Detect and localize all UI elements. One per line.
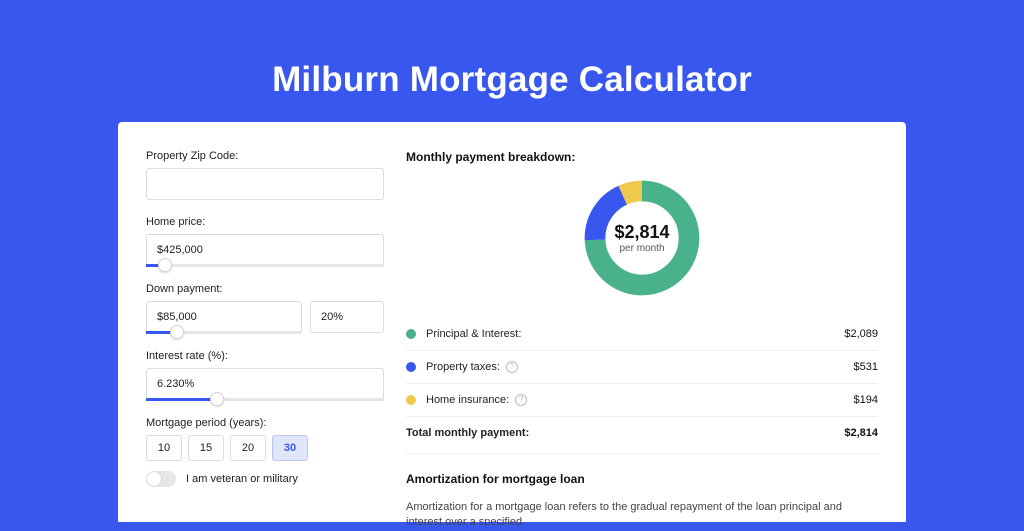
legend-value: $194 xyxy=(854,394,878,406)
legend-value: $2,089 xyxy=(844,328,878,340)
breakdown-title: Monthly payment breakdown: xyxy=(406,150,878,164)
breakdown-column: Monthly payment breakdown: $2,814 per mo… xyxy=(406,150,878,522)
mortgage-period-label: Mortgage period (years): xyxy=(146,417,384,429)
legend-label: Property taxes: xyxy=(426,361,500,373)
amortization-text: Amortization for a mortgage loan refers … xyxy=(406,500,878,531)
donut-center-sub: per month xyxy=(619,243,664,254)
calculator-card: Property Zip Code: Home price: Down paym… xyxy=(118,122,906,522)
breakdown-donut-chart: $2,814 per month xyxy=(580,176,704,300)
legend-dot xyxy=(406,329,416,339)
home-price-slider[interactable] xyxy=(146,264,384,267)
period-button-30[interactable]: 30 xyxy=(272,435,308,461)
period-button-15[interactable]: 15 xyxy=(188,435,224,461)
down-payment-pct-input[interactable] xyxy=(310,301,384,333)
total-value: $2,814 xyxy=(844,427,878,439)
period-button-20[interactable]: 20 xyxy=(230,435,266,461)
amortization-title: Amortization for mortgage loan xyxy=(406,472,878,486)
veteran-label: I am veteran or military xyxy=(186,473,298,485)
down-payment-amount-input[interactable] xyxy=(146,301,302,333)
interest-rate-slider[interactable] xyxy=(146,398,384,401)
period-button-10[interactable]: 10 xyxy=(146,435,182,461)
zip-label: Property Zip Code: xyxy=(146,150,384,162)
home-price-label: Home price: xyxy=(146,216,384,228)
legend-label: Principal & Interest: xyxy=(426,328,521,340)
legend-value: $531 xyxy=(854,361,878,373)
legend-row-ins: Home insurance:? $194 xyxy=(406,384,878,417)
veteran-toggle[interactable] xyxy=(146,471,176,487)
donut-center-amount: $2,814 xyxy=(614,222,669,243)
info-icon[interactable]: ? xyxy=(515,394,527,406)
total-row: Total monthly payment: $2,814 xyxy=(406,417,878,454)
interest-rate-input[interactable] xyxy=(146,368,384,400)
form-column: Property Zip Code: Home price: Down paym… xyxy=(146,150,384,522)
info-icon[interactable]: ? xyxy=(506,361,518,373)
legend-row-pi: Principal & Interest: $2,089 xyxy=(406,318,878,351)
page-title: Milburn Mortgage Calculator xyxy=(0,0,1024,122)
legend-label: Home insurance: xyxy=(426,394,509,406)
legend-dot xyxy=(406,395,416,405)
legend-dot xyxy=(406,362,416,372)
home-price-input[interactable] xyxy=(146,234,384,266)
zip-input[interactable] xyxy=(146,168,384,200)
legend-row-tax: Property taxes:? $531 xyxy=(406,351,878,384)
total-label: Total monthly payment: xyxy=(406,427,529,439)
toggle-knob xyxy=(147,472,161,486)
interest-rate-label: Interest rate (%): xyxy=(146,350,384,362)
down-payment-label: Down payment: xyxy=(146,283,384,295)
down-payment-slider[interactable] xyxy=(146,331,302,334)
